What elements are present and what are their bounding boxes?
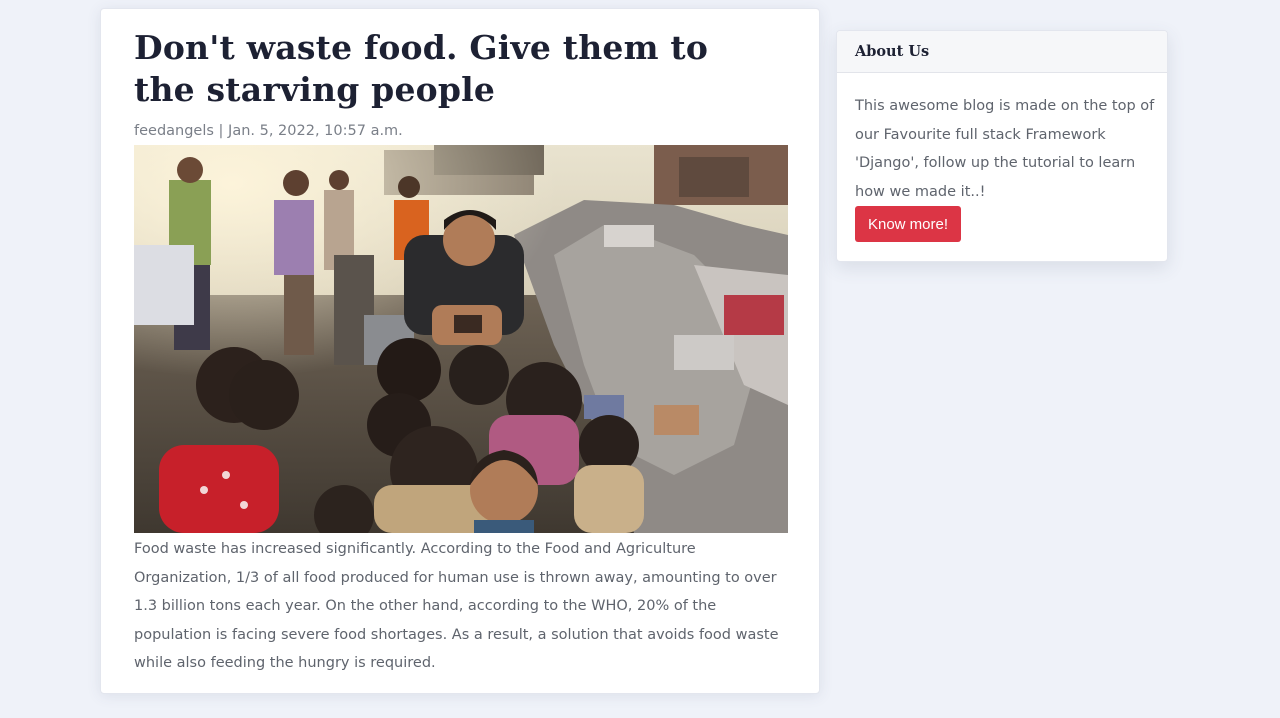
- know-more-button[interactable]: Know more!: [855, 206, 961, 242]
- post-card: Don't waste food. Give them to the starv…: [100, 8, 820, 694]
- post-title: Don't waste food. Give them to the starv…: [134, 28, 709, 109]
- about-text: This awesome blog is made on the top of …: [855, 98, 1155, 200]
- post-meta: feedangels | Jan. 5, 2022, 10:57 a.m.: [134, 123, 403, 139]
- post-body: Food waste has increased significantly. …: [134, 541, 779, 671]
- about-header: About Us: [837, 31, 1167, 73]
- post-image: [134, 145, 788, 533]
- about-card: About Us This awesome blog is made on th…: [836, 30, 1168, 262]
